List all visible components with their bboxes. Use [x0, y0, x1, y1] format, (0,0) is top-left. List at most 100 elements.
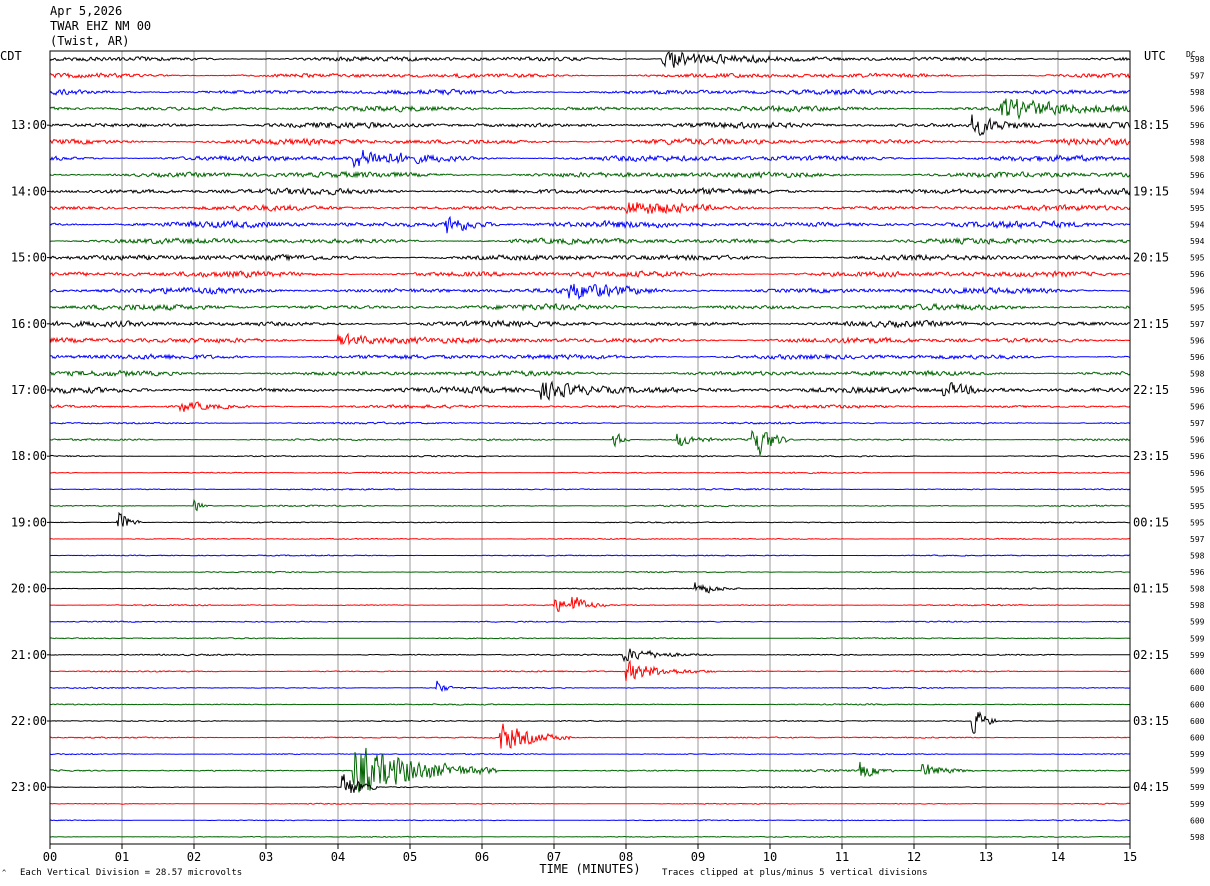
cdt-hour-label: 15:00 — [11, 251, 47, 265]
x-tick-label: 03 — [259, 850, 273, 864]
trace-line-1 — [49, 72, 1131, 79]
dc-offset-label: 596 — [1190, 121, 1205, 130]
dc-offset-label: 596 — [1190, 568, 1205, 577]
dc-offset-label: 595 — [1190, 303, 1205, 312]
seismic-traces — [49, 51, 1131, 838]
trace-line-0 — [49, 51, 1131, 68]
trace-line-27 — [50, 498, 1131, 512]
dc-offset-label: 595 — [1190, 485, 1205, 494]
trace-line-14 — [49, 283, 1131, 301]
trace-line-40 — [49, 711, 1130, 735]
trace-line-22 — [49, 421, 1131, 425]
utc-axis-label: UTC — [1144, 49, 1166, 63]
dc-offset-label: 596 — [1190, 270, 1205, 279]
dc-offset-label: 598 — [1190, 154, 1205, 163]
dc-offset-label: 599 — [1190, 800, 1205, 809]
dc-offset-label: 595 — [1190, 204, 1205, 213]
dc-offset-label: 596 — [1190, 353, 1205, 362]
cdt-hour-label: 16:00 — [11, 317, 47, 331]
dc-offset-label: 596 — [1190, 469, 1205, 478]
cdt-hour-label: 19:00 — [11, 515, 47, 529]
dc-offset-label: 596 — [1190, 436, 1205, 445]
utc-hour-label: 23:15 — [1133, 449, 1169, 463]
utc-hour-label: 04:15 — [1133, 780, 1169, 794]
dc-offset-label: 597 — [1190, 419, 1205, 428]
x-tick-label: 12 — [907, 850, 921, 864]
dc-offset-label: 600 — [1190, 667, 1205, 676]
dc-offset-label: 599 — [1190, 750, 1205, 759]
trace-line-28 — [49, 511, 1130, 527]
utc-hour-label: 19:15 — [1133, 184, 1169, 198]
trace-line-6 — [49, 149, 1131, 169]
dc-offset-label: 597 — [1190, 320, 1205, 329]
dc-offset-label: 596 — [1190, 403, 1205, 412]
cdt-hour-label: 13:00 — [11, 118, 47, 132]
dc-offset-label: 599 — [1190, 634, 1205, 643]
trace-line-3 — [49, 98, 1131, 120]
plot-frame — [49, 50, 1131, 845]
trace-line-33 — [50, 596, 1131, 612]
dc-offset-label: 598 — [1190, 369, 1205, 378]
trace-line-13 — [49, 270, 1131, 279]
dc-offset-label: 600 — [1190, 700, 1205, 709]
trace-line-24 — [49, 454, 1131, 458]
trace-line-8 — [49, 186, 1131, 196]
trace-line-10 — [49, 215, 1131, 234]
dc-offset-label: 596 — [1190, 171, 1205, 180]
utc-hour-label: 00:15 — [1133, 515, 1169, 529]
trace-line-26 — [49, 487, 1131, 491]
trace-line-31 — [50, 570, 1131, 574]
trace-line-34 — [49, 620, 1131, 623]
utc-hour-label: 20:15 — [1133, 251, 1169, 265]
dc-offset-label: 594 — [1190, 187, 1205, 196]
trace-line-4 — [49, 114, 1131, 137]
dc-offset-label: 600 — [1190, 734, 1205, 743]
utc-hour-label: 03:15 — [1133, 714, 1169, 728]
trace-line-23 — [49, 429, 1131, 456]
vertical-scale-note: Each Vertical Division = 28.57 microvolt… — [20, 868, 243, 878]
trace-line-2 — [49, 88, 1131, 96]
dc-offset-label: 598 — [1190, 138, 1205, 147]
utc-hour-label: 18:15 — [1133, 118, 1169, 132]
dc-offset-label: 600 — [1190, 816, 1205, 825]
trace-line-11 — [50, 236, 1131, 245]
cdt-hour-label: 14:00 — [11, 184, 47, 198]
dc-offset-label: 598 — [1190, 552, 1205, 561]
trace-line-39 — [49, 703, 1131, 706]
trace-line-5 — [49, 137, 1131, 147]
cdt-hour-label: 20:00 — [11, 582, 47, 596]
grid-lines — [121, 51, 1059, 844]
trace-line-42 — [49, 752, 1131, 756]
dc-offset-label: 598 — [1190, 601, 1205, 610]
dc-column-label: DC — [1186, 50, 1196, 59]
trace-line-32 — [50, 582, 1130, 594]
trace-line-44 — [49, 774, 1131, 793]
x-tick-label: 04 — [331, 850, 345, 864]
dc-offset-label: 596 — [1190, 386, 1205, 395]
trace-line-21 — [49, 401, 1131, 413]
axis-labels: 598 597 598 596 596 598 598 596 594 595 594 594 595 5… — [0, 49, 1205, 876]
cdt-hour-label: 17:00 — [11, 383, 47, 397]
dc-offset-label: 600 — [1190, 717, 1205, 726]
cdt-hour-label: 21:00 — [11, 648, 47, 662]
seismogram-chart: 598 597 598 596 596 598 598 596 594 595 594 594 595 5… — [0, 49, 1205, 876]
dc-offset-label: 594 — [1190, 221, 1205, 230]
dc-offset-label: 599 — [1190, 767, 1205, 776]
trace-line-38 — [49, 680, 1130, 693]
trace-line-19 — [49, 369, 1131, 378]
x-tick-label: 05 — [403, 850, 417, 864]
trace-line-16 — [49, 319, 1131, 329]
trace-line-41 — [49, 723, 1131, 749]
x-tick-label: 01 — [115, 850, 129, 864]
utc-hour-label: 01:15 — [1133, 582, 1169, 596]
utc-hour-label: 02:15 — [1133, 648, 1169, 662]
dc-offset-label: 595 — [1190, 254, 1205, 263]
x-tick-label: 10 — [763, 850, 777, 864]
trace-line-17 — [49, 332, 1131, 346]
dc-offset-label: 596 — [1190, 105, 1205, 114]
cdt-hour-label: 18:00 — [11, 449, 47, 463]
trace-line-46 — [49, 819, 1131, 822]
x-tick-label: 00 — [43, 850, 57, 864]
trace-line-7 — [49, 170, 1131, 179]
dc-offset-label: 598 — [1190, 585, 1205, 594]
